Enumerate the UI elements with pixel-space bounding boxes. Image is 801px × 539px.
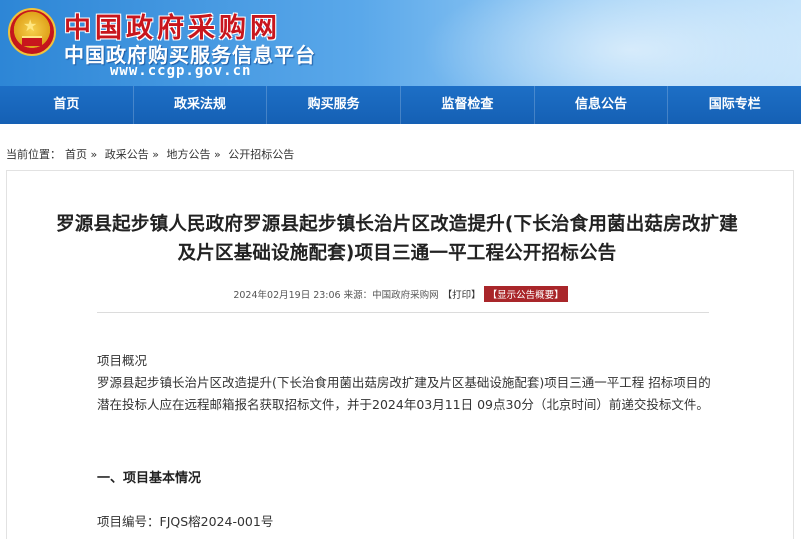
breadcrumb-procurement[interactable]: 政采公告 »: [105, 148, 159, 161]
header-glow: [421, 0, 801, 86]
nav-item-international[interactable]: 国际专栏: [668, 86, 801, 124]
section-heading: 一、项目基本情况: [97, 471, 202, 486]
site-url[interactable]: www.ccgp.gov.cn: [110, 63, 251, 79]
breadcrumb-home[interactable]: 首页 »: [65, 148, 97, 161]
star-icon: ★: [23, 16, 38, 35]
title-line: 罗源县起步镇人民政府罗源县起步镇长治片区改造提升(下长治食用菌出菇房改扩建: [56, 214, 738, 235]
breadcrumb-local[interactable]: 地方公告 »: [166, 148, 220, 161]
nav-item-purchase-services[interactable]: 购买服务: [267, 86, 400, 124]
gate-icon: [22, 36, 42, 46]
main-nav: 首页 政采法规 购买服务 监督检查 信息公告 国际专栏: [0, 86, 801, 124]
title-line: 及片区基础设施配套)项目三通一平工程公开招标公告: [177, 243, 617, 264]
divider: [97, 312, 709, 313]
national-emblem-icon[interactable]: ★: [8, 8, 56, 56]
breadcrumb-tender[interactable]: 公开招标公告: [228, 148, 294, 161]
breadcrumb-label: 当前位置：: [6, 148, 61, 161]
page-title: 罗源县起步镇人民政府罗源县起步镇长治片区改造提升(下长治食用菌出菇房改扩建 及片…: [14, 210, 780, 268]
nav-item-announcements[interactable]: 信息公告: [535, 86, 668, 124]
nav-item-supervision[interactable]: 监督检查: [401, 86, 534, 124]
nav-item-home[interactable]: 首页: [0, 86, 133, 124]
nav-item-regulations[interactable]: 政采法规: [134, 86, 267, 124]
overview-heading: 项目概况: [97, 353, 148, 368]
project-number: 项目编号：FJQS榕2024-001号: [97, 514, 274, 529]
site-header: ★ 中国政府采购网 中国政府购买服务信息平台 www.ccgp.gov.cn: [0, 0, 801, 86]
article-meta: 2024年02月19日 23:06 来源：中国政府采购网 【打印】 【显示公告概要】: [0, 286, 801, 302]
overview-text: 罗源县起步镇长治片区改造提升(下长治食用菌出菇房改扩建及片区基础设施配套)项目三…: [97, 375, 711, 412]
print-button[interactable]: 【打印】: [443, 290, 481, 301]
summary-button[interactable]: 【显示公告概要】: [483, 286, 568, 302]
breadcrumb: 当前位置： 首页 » 政采公告 » 地方公告 » 公开招标公告: [6, 146, 298, 162]
meta-date-source: 2024年02月19日 23:06 来源：中国政府采购网: [233, 290, 439, 301]
